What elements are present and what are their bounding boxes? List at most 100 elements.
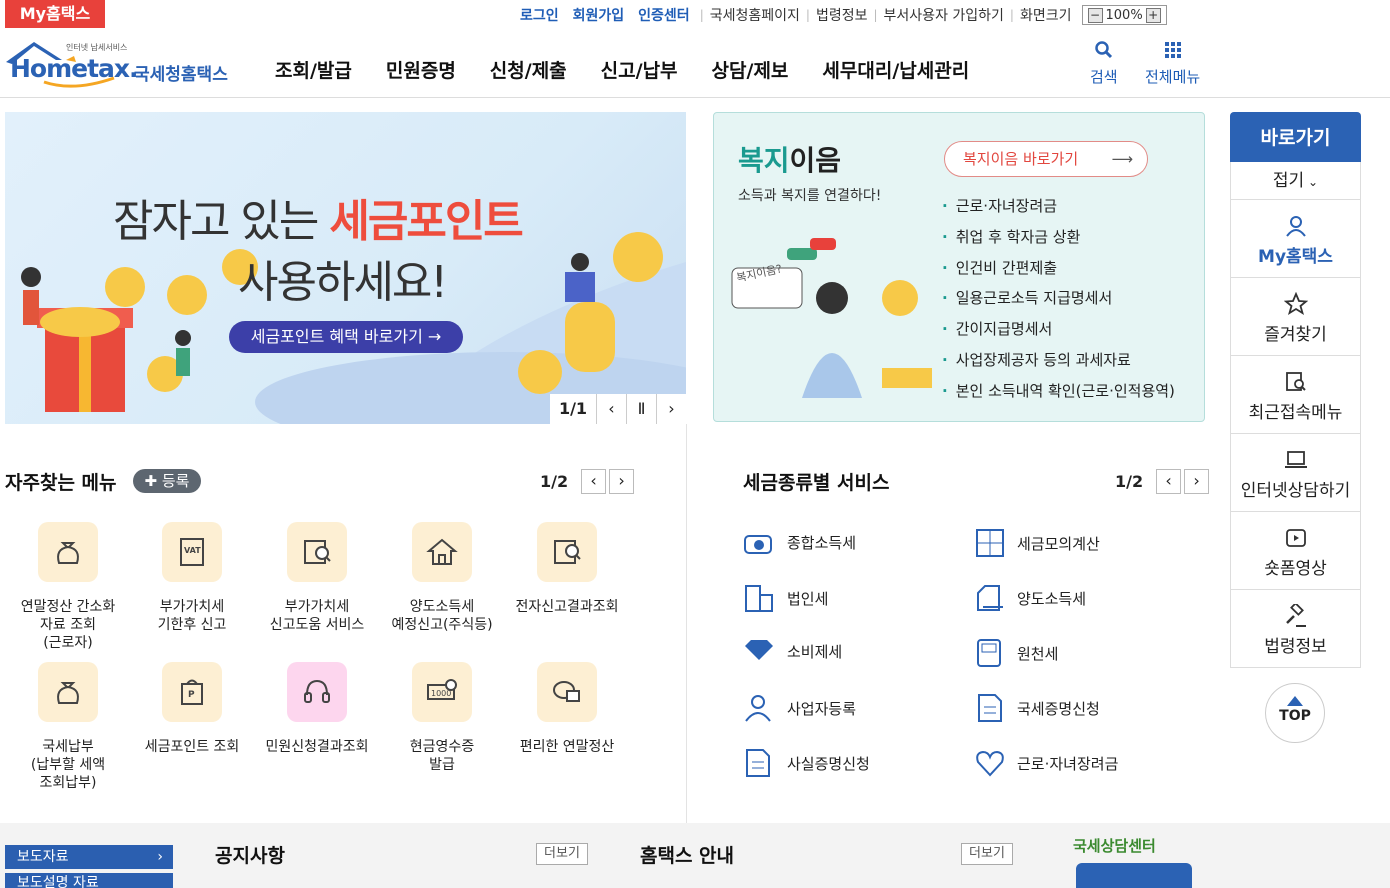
- my-hometax-tab[interactable]: My홈택스: [5, 0, 105, 28]
- freq-label-line: 기한후 신고: [157, 617, 227, 633]
- tax-item-business-reg[interactable]: 사업자등록: [743, 693, 856, 723]
- arrow-up-icon: [1287, 696, 1303, 706]
- banner-pager: 1/1 ‹ Ⅱ ›: [550, 394, 686, 424]
- tax-item-fact-cert[interactable]: 사실증명신청: [743, 748, 870, 778]
- frequent-menu-title: 자주찾는 메뉴: [5, 472, 117, 494]
- gavel-icon: [1285, 604, 1306, 627]
- tax-item-consumption[interactable]: 소비제세: [743, 638, 842, 664]
- quick-my-hometax[interactable]: My홈택스: [1230, 200, 1361, 278]
- grid-icon: [1164, 42, 1181, 58]
- nav-filing[interactable]: 신고/납부: [601, 56, 678, 83]
- fold-button[interactable]: 접기 ⌄: [1230, 162, 1361, 200]
- search-button[interactable]: 검색: [1090, 40, 1118, 87]
- diamond-icon: [745, 640, 773, 660]
- quick-shortform[interactable]: 숏폼영상: [1230, 512, 1361, 590]
- dept-user-join-link[interactable]: 부서사용자 가입하기: [884, 5, 1004, 25]
- quick-favorites[interactable]: 즐겨찾기: [1230, 278, 1361, 356]
- welfare-item[interactable]: 취업 후 학자금 상환: [942, 222, 1175, 253]
- notice-more-button[interactable]: 더보기: [536, 843, 588, 865]
- register-button[interactable]: ✚ 등록: [133, 469, 201, 493]
- nav-consult[interactable]: 상담/제보: [712, 56, 789, 83]
- freq-item-vat-help[interactable]: 부가가치세 신고도움 서비스: [257, 522, 377, 634]
- tax-item-transfer[interactable]: 양도소득세: [975, 583, 1086, 613]
- all-menu-label: 전체메뉴: [1145, 68, 1201, 86]
- top-button[interactable]: TOP: [1265, 683, 1325, 743]
- zoom-control: − 100% +: [1081, 5, 1167, 25]
- notice-title: 공지사항: [215, 845, 285, 867]
- signup-link[interactable]: 회원가입: [573, 5, 625, 25]
- press-release-tab[interactable]: 보도자료 ›: [5, 845, 173, 869]
- freq-label-line: 현금영수증: [409, 739, 475, 755]
- guide-title: 홈택스 안내: [640, 845, 735, 867]
- freq-label-line: 부가가치세: [159, 599, 225, 615]
- freq-item-easy-yearend[interactable]: 편리한 연말정산: [507, 662, 627, 756]
- consult-center-logo: 국세상담센터: [1073, 837, 1156, 855]
- freq-item-vat-late[interactable]: VAT 부가가치세 기한후 신고: [132, 522, 252, 634]
- quick-law[interactable]: 법령정보: [1230, 590, 1361, 668]
- zoom-in-button[interactable]: +: [1145, 7, 1161, 23]
- sep: |: [873, 8, 878, 22]
- frequent-next-button[interactable]: ›: [609, 469, 635, 494]
- welfare-item[interactable]: 인건비 간편제출: [942, 253, 1175, 284]
- freq-item-efile-result[interactable]: 전자신고결과조회: [507, 522, 627, 616]
- welfare-panel: 복지이음 소득과 복지를 연결하다! 복지이음 바로가기⟶ 복지이음? 근로·자…: [713, 112, 1205, 422]
- frequent-page-count: 1/2: [540, 472, 569, 491]
- fold-label: 접기: [1272, 171, 1305, 191]
- tax-item-simulation[interactable]: 세금모의계산: [975, 528, 1100, 558]
- document-edit-icon: [977, 585, 1003, 611]
- welfare-item[interactable]: 일용근로소득 지급명세서: [942, 283, 1175, 314]
- tax-item-label: 사업자등록: [787, 699, 857, 718]
- utility-bar: 로그인 회원가입 인증센터 | 국세청홈페이지 | 법령정보 | 부서사용자 가…: [520, 4, 1167, 26]
- tax-prev-button[interactable]: ‹: [1156, 469, 1182, 494]
- quick-menu: 바로가기 접기 ⌄ My홈택스 즐겨찾기 최근접속메뉴 인터넷상담하기 숏폼영상…: [1230, 112, 1361, 668]
- banner-prev-button[interactable]: ‹: [596, 394, 626, 424]
- hometax-logo[interactable]: 인터넷 납세서비스 Hometax. 국세청홈택스: [4, 38, 230, 90]
- cert-center-link[interactable]: 인증센터: [638, 5, 690, 25]
- freq-label-line: 부가가치세: [284, 599, 350, 615]
- freq-item-yearend-simple[interactable]: 연말정산 간소화 자료 조회 (근로자): [8, 522, 128, 652]
- welfare-item[interactable]: 본인 소득내역 확인(근로·인적용역): [942, 376, 1175, 407]
- main-banner[interactable]: 잠자고 있는 세금포인트 사용하세요! 세금포인트 혜택 바로가기 → 1/1 …: [5, 112, 686, 424]
- nts-home-link[interactable]: 국세청홈페이지: [710, 5, 800, 25]
- freq-item-tax-payment[interactable]: 국세납부 (납부할 세액 조회납부): [8, 662, 128, 792]
- tax-item-corporate[interactable]: 법인세: [743, 583, 828, 613]
- law-info-link[interactable]: 법령정보: [816, 5, 868, 25]
- guide-more-button[interactable]: 더보기: [961, 843, 1013, 865]
- banner-page-count: 1/1: [558, 399, 588, 418]
- tax-item-earned-income[interactable]: 근로·자녀장려금: [975, 748, 1118, 778]
- tax-item-certificate[interactable]: 국세증명신청: [975, 693, 1100, 723]
- tax-item-income[interactable]: 종합소득세: [743, 528, 856, 556]
- screen-size-label: 화면크기: [1019, 8, 1072, 24]
- welfare-item[interactable]: 근로·자녀장려금: [942, 191, 1175, 222]
- freq-item-transfer-tax[interactable]: 양도소득세 예정신고(주식등): [382, 522, 502, 634]
- recent-search-icon: [1285, 372, 1306, 391]
- freq-item-tax-point[interactable]: P 세금포인트 조회: [132, 662, 252, 756]
- quick-consult[interactable]: 인터넷상담하기: [1230, 434, 1361, 512]
- banner-pause-button[interactable]: Ⅱ: [626, 394, 656, 424]
- quick-recent[interactable]: 최근접속메뉴: [1230, 356, 1361, 434]
- welfare-item[interactable]: 간이지급명세서: [942, 314, 1175, 345]
- tax-item-withholding[interactable]: 원천세: [975, 638, 1058, 668]
- document-list-icon: [746, 749, 770, 777]
- receipt-icon: 1000: [412, 662, 472, 722]
- nav-agent[interactable]: 세무대리/납세관리: [822, 56, 969, 83]
- nav-certificate[interactable]: 민원증명: [386, 56, 456, 83]
- banner-next-button[interactable]: ›: [656, 394, 686, 424]
- tax-item-label: 법인세: [787, 589, 829, 608]
- freq-item-civil-result[interactable]: 민원신청결과조회: [257, 662, 377, 756]
- welfare-item[interactable]: 사업장제공자 등의 과세자료: [942, 345, 1175, 376]
- freq-item-cash-receipt[interactable]: 1000 현금영수증 발급: [382, 662, 502, 774]
- salary-document-icon: [977, 639, 1001, 667]
- zoom-out-button[interactable]: −: [1087, 7, 1103, 23]
- tax-next-button[interactable]: ›: [1184, 469, 1210, 494]
- login-link[interactable]: 로그인: [520, 5, 559, 25]
- nav-application[interactable]: 신청/제출: [490, 56, 567, 83]
- brand-name-korean: 국세청홈택스: [134, 65, 228, 85]
- all-menu-button[interactable]: 전체메뉴: [1145, 40, 1200, 87]
- tax-service-pager: 1/2 ‹ ›: [1115, 469, 1210, 494]
- tax-point-button[interactable]: 세금포인트 혜택 바로가기 →: [229, 321, 463, 353]
- press-explain-tab[interactable]: 보도설명 자료: [5, 873, 173, 888]
- frequent-prev-button[interactable]: ‹: [581, 469, 607, 494]
- welfare-link-button[interactable]: 복지이음 바로가기 ⟶: [944, 141, 1148, 177]
- nav-inquiry[interactable]: 조회/발급: [275, 56, 352, 83]
